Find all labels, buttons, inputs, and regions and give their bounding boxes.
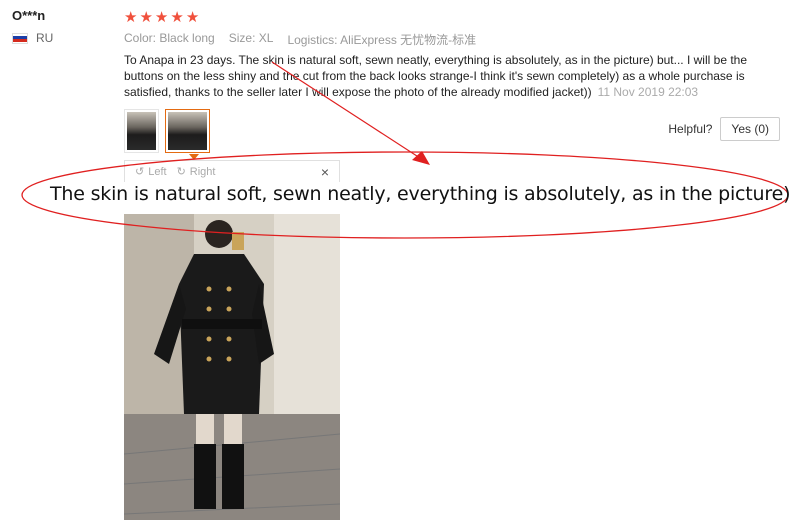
photo-illustration xyxy=(124,214,340,520)
rotate-left-icon: ↺ xyxy=(135,166,145,178)
rating-stars: ★ ★ ★ ★ ★ xyxy=(124,10,199,25)
star-icon: ★ xyxy=(124,9,138,26)
russia-flag-icon xyxy=(12,32,28,44)
attr-color: Color: Black long xyxy=(124,31,215,45)
reviewer-info: O***n RU xyxy=(12,8,53,45)
review-thumbnails xyxy=(124,109,210,153)
review-photo-enlarged xyxy=(124,214,340,520)
star-icon: ★ xyxy=(154,9,169,26)
close-icon: × xyxy=(320,163,329,180)
helpful-section: Helpful? Yes (0) xyxy=(668,117,780,141)
star-icon: ★ xyxy=(139,9,153,26)
close-viewer-button[interactable]: × xyxy=(321,164,329,180)
helpful-label: Helpful? xyxy=(668,122,713,136)
review-date: 11 Nov 2019 22:03 xyxy=(597,85,699,99)
annotation-zoomed-text: The skin is natural soft, sewn neatly, e… xyxy=(50,183,791,205)
annotation-arrowhead xyxy=(412,151,430,165)
reviewer-country: RU xyxy=(12,31,53,45)
rotate-left-label: Left xyxy=(148,165,167,178)
photo-viewer-toolbar: ↺ Left ↻ Right × xyxy=(124,160,340,182)
star-icon: ★ xyxy=(185,9,200,26)
attr-size: Size: XL xyxy=(228,31,274,45)
country-code: RU xyxy=(36,31,54,45)
star-icon: ★ xyxy=(170,9,184,26)
attr-logistics: Logistics: AliExpress 无忧物流-标准 xyxy=(287,33,477,47)
reviewer-name: O***n xyxy=(12,8,46,23)
rotate-left-button[interactable]: ↺ Left xyxy=(135,165,167,179)
review-photo-thumbnail-selected[interactable] xyxy=(165,109,210,153)
helpful-yes-button[interactable]: Yes (0) xyxy=(720,117,780,141)
rotate-right-icon: ↻ xyxy=(176,166,186,178)
rotate-right-label: Right xyxy=(189,165,216,178)
purchase-attributes: Color: Black long Size: XL Logistics: Al… xyxy=(124,31,476,48)
rotate-right-button[interactable]: ↻ Right xyxy=(176,165,216,179)
review-photo-thumbnail[interactable] xyxy=(124,109,159,153)
review-text-block: To Anapa in 23 days. The skin is natural… xyxy=(124,52,764,100)
